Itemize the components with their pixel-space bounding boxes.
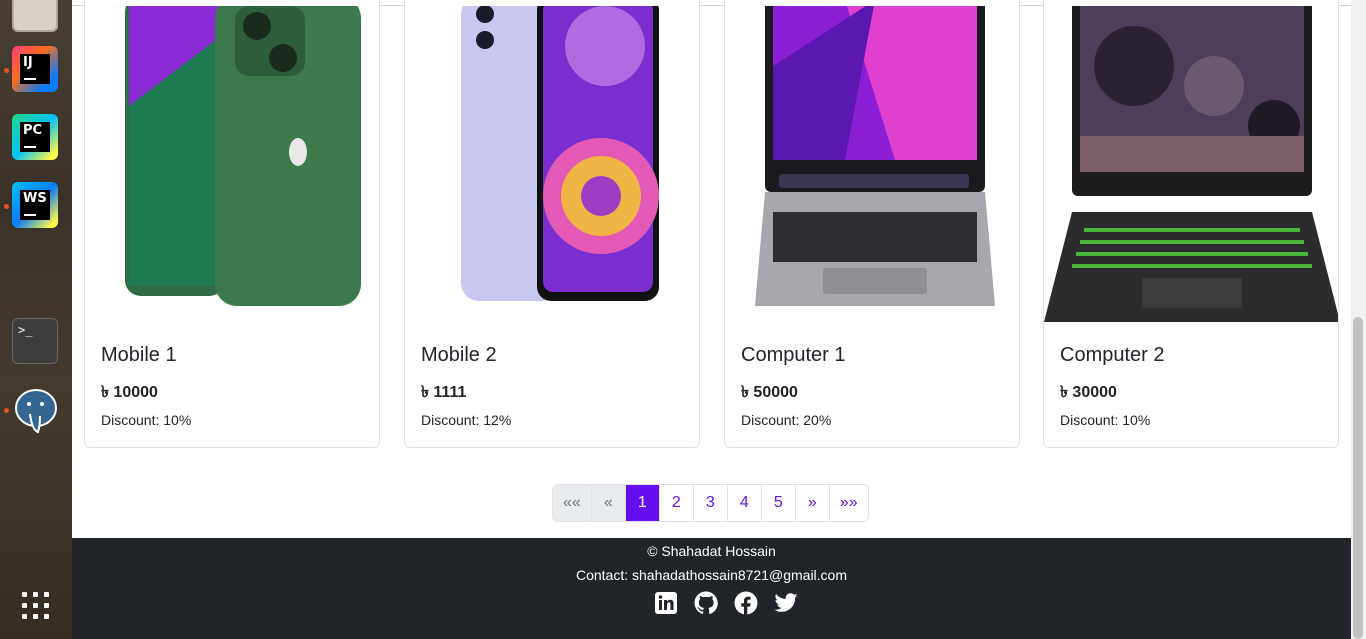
github-icon[interactable] — [694, 591, 718, 615]
page-2-button[interactable]: 2 — [658, 485, 693, 521]
page-scrollbar-thumb[interactable] — [1353, 317, 1363, 639]
facebook-icon[interactable] — [734, 591, 758, 615]
product-discount: Discount: 10% — [1060, 412, 1151, 428]
product-price: ৳ 30000 — [1060, 384, 1117, 401]
social-links — [654, 591, 798, 615]
last-page-button[interactable]: »» — [828, 485, 868, 521]
product-card[interactable]: Mobile 2 ৳ 1111 Discount: 12% — [404, 0, 700, 448]
product-discount: Discount: 10% — [101, 412, 192, 428]
product-image-silver-macbook — [725, 6, 1019, 328]
page-3-button[interactable]: 3 — [692, 485, 727, 521]
footer-contact: Contact: shahadathossain8721@gmail.com — [575, 567, 848, 583]
product-card[interactable]: Computer 1 ৳ 50000 Discount: 20% — [724, 0, 1020, 448]
product-card[interactable]: Mobile 1 ৳ 10000 Discount: 10% — [84, 0, 380, 448]
product-image-green-iphone — [85, 6, 379, 328]
pagination: «« « 1 2 3 4 5 » »» — [552, 484, 869, 522]
webstorm-icon[interactable]: WS — [12, 182, 60, 230]
product-price: ৳ 10000 — [101, 384, 158, 401]
page-content: Mobile 1 ৳ 10000 Discount: 10% Mobile 2 … — [72, 0, 1351, 639]
page-5-button[interactable]: 5 — [760, 485, 795, 521]
product-image-gaming-laptop — [1044, 6, 1338, 328]
running-indicator — [4, 408, 9, 413]
first-page-button[interactable]: «« — [553, 485, 591, 521]
product-discount: Discount: 20% — [741, 412, 832, 428]
product-title[interactable]: Computer 1 — [741, 344, 846, 367]
intellij-label: IJ — [20, 54, 50, 84]
product-image-lavender-galaxy — [405, 6, 699, 328]
running-indicator — [4, 204, 9, 209]
files-app-icon[interactable] — [12, 0, 60, 34]
webstorm-label: WS — [20, 190, 50, 220]
postgresql-icon[interactable] — [12, 386, 60, 434]
intellij-idea-icon[interactable]: IJ — [12, 46, 60, 94]
product-price: ৳ 50000 — [741, 384, 798, 401]
windows-app-icon[interactable] — [12, 250, 60, 298]
previous-page-button[interactable]: « — [590, 485, 625, 521]
terminal-label: >_ — [18, 323, 33, 337]
product-card[interactable]: Computer 2 ৳ 30000 Discount: 10% — [1043, 0, 1339, 448]
running-indicator — [4, 68, 9, 73]
linkedin-icon[interactable] — [654, 591, 678, 615]
page-4-button[interactable]: 4 — [726, 485, 761, 521]
footer-copyright: © Shahadat Hossain — [647, 543, 776, 559]
next-page-button[interactable]: » — [794, 485, 829, 521]
app-dock: IJ PC WS >_ — [0, 0, 72, 639]
terminal-icon[interactable]: >_ — [12, 318, 60, 366]
pycharm-icon[interactable]: PC — [12, 114, 60, 162]
pycharm-label: PC — [20, 122, 50, 152]
product-discount: Discount: 12% — [421, 412, 512, 428]
page-1-button[interactable]: 1 — [624, 485, 659, 521]
footer: © Shahadat Hossain Contact: shahadathoss… — [72, 538, 1351, 639]
product-title[interactable]: Computer 2 — [1060, 344, 1165, 367]
show-apps-button[interactable] — [12, 582, 60, 630]
twitter-icon[interactable] — [774, 591, 798, 615]
product-price: ৳ 1111 — [421, 384, 467, 401]
product-title[interactable]: Mobile 1 — [101, 344, 177, 367]
product-title[interactable]: Mobile 2 — [421, 344, 497, 367]
